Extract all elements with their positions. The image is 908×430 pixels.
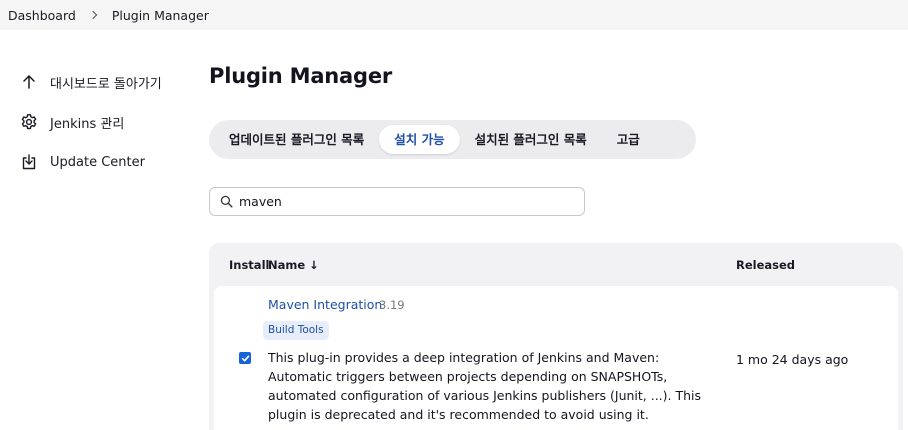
breadcrumb-separator-icon bbox=[88, 10, 98, 20]
sidebar-item-label: Update Center bbox=[50, 154, 145, 170]
plugin-version: 3.19 bbox=[379, 298, 405, 312]
gear-icon bbox=[21, 114, 37, 130]
column-header-released[interactable]: Released bbox=[736, 258, 795, 272]
breadcrumb: Dashboard Plugin Manager bbox=[0, 0, 908, 30]
table-header: Install Name ↓ Released bbox=[209, 243, 903, 286]
plugin-table: Install Name ↓ Released Maven Integratio… bbox=[209, 243, 903, 430]
breadcrumb-plugin-manager[interactable]: Plugin Manager bbox=[112, 8, 209, 23]
sidebar-item-label: 대시보드로 돌아가기 bbox=[50, 76, 162, 92]
page-title: Plugin Manager bbox=[209, 64, 393, 88]
search-input[interactable] bbox=[239, 194, 559, 209]
sidebar-item-back-to-dashboard[interactable]: 대시보드로 돌아가기 bbox=[20, 62, 200, 102]
plugin-description: This plug-in provides a deep integration… bbox=[268, 350, 702, 422]
search-box[interactable] bbox=[209, 187, 585, 216]
download-icon bbox=[22, 154, 36, 170]
tab-available[interactable]: 설치 가능 bbox=[379, 125, 460, 154]
sidebar-item-update-center[interactable]: Update Center bbox=[20, 142, 200, 182]
tab-installed[interactable]: 설치된 플러그인 목록 bbox=[460, 125, 602, 154]
arrow-up-icon bbox=[23, 75, 35, 89]
breadcrumb-dashboard[interactable]: Dashboard bbox=[8, 8, 76, 23]
tab-updates[interactable]: 업데이트된 플러그인 목록 bbox=[214, 125, 379, 154]
released-date: 1 mo 24 days ago bbox=[736, 352, 849, 367]
sidebar-item-label: Jenkins 관리 bbox=[50, 116, 125, 132]
column-header-install: Install bbox=[229, 258, 270, 272]
search-icon bbox=[220, 195, 233, 208]
tab-bar: 업데이트된 플러그인 목록 설치 가능 설치된 플러그인 목록 고급 bbox=[209, 120, 696, 159]
table-row: Maven Integration 3.19 Build Tools This … bbox=[214, 286, 898, 430]
checkmark-icon bbox=[241, 355, 249, 361]
install-checkbox[interactable] bbox=[239, 352, 251, 364]
plugin-name-link[interactable]: Maven Integration bbox=[268, 297, 382, 312]
tab-advanced[interactable]: 고급 bbox=[602, 125, 655, 154]
sidebar-item-manage-jenkins[interactable]: Jenkins 관리 bbox=[20, 102, 200, 142]
category-tag[interactable]: Build Tools bbox=[263, 321, 329, 340]
sidebar: 대시보드로 돌아가기 Jenkins 관리 Update Center bbox=[20, 62, 200, 182]
column-header-name[interactable]: Name ↓ bbox=[268, 258, 319, 272]
